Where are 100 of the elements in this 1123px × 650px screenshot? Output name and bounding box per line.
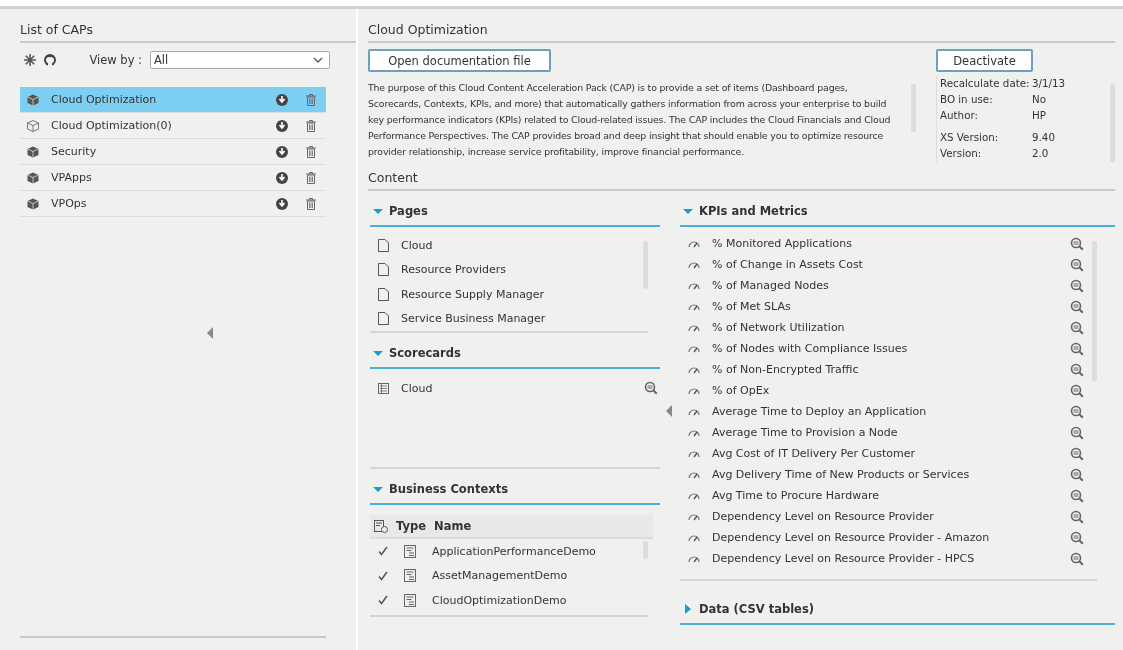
- panel-title: Cloud Optimization: [368, 9, 1115, 43]
- gauge-icon: [688, 260, 700, 269]
- search-icon[interactable]: [1070, 362, 1084, 377]
- kpi-item[interactable]: % Monitored Applications: [688, 233, 1092, 254]
- kpi-item[interactable]: Average Time to Provision a Node: [688, 422, 1092, 443]
- cube-icon: [27, 119, 39, 132]
- table-row[interactable]: ApplicationPerformanceDemo: [378, 539, 643, 564]
- search-icon[interactable]: [1070, 467, 1084, 482]
- trash-icon[interactable]: [306, 93, 316, 106]
- gauge-icon: [688, 470, 700, 479]
- table-settings-icon[interactable]: [374, 519, 388, 533]
- kpi-name: % of Managed Nodes: [712, 279, 830, 292]
- kpi-item[interactable]: Dependency Level on Resource Provider - HPCS: [688, 548, 1092, 569]
- kpi-item[interactable]: Avg Time to Procure Hardware: [688, 485, 1092, 506]
- cap-name: Cloud Optimization(0): [51, 119, 173, 132]
- kpi-item[interactable]: Avg Cost of IT Delivery Per Customer: [688, 443, 1092, 464]
- search-icon[interactable]: [644, 381, 658, 395]
- download-icon[interactable]: [276, 119, 288, 132]
- context-name: AssetManagementDemo: [432, 569, 568, 583]
- gauge-icon: [688, 386, 700, 395]
- trash-icon[interactable]: [306, 171, 316, 184]
- asterisk-icon[interactable]: [24, 54, 36, 66]
- section-header[interactable]: Pages: [370, 194, 660, 227]
- cap-list-item[interactable]: VPApps: [20, 165, 326, 191]
- view-by-dropdown[interactable]: All: [150, 51, 330, 69]
- search-icon[interactable]: [1070, 278, 1084, 293]
- search-icon[interactable]: [1070, 551, 1084, 566]
- kpi-item[interactable]: % of Met SLAs: [688, 296, 1092, 317]
- download-icon[interactable]: [276, 197, 288, 210]
- cap-list-item[interactable]: Cloud Optimization(0): [20, 113, 326, 139]
- search-icon[interactable]: [1070, 383, 1084, 398]
- search-icon[interactable]: [1070, 320, 1084, 335]
- page-item[interactable]: Resource Supply Manager: [378, 282, 643, 307]
- column-header[interactable]: Name: [434, 519, 472, 533]
- kpi-item[interactable]: % of Nodes with Compliance Issues: [688, 338, 1092, 359]
- gauge-icon: [688, 491, 700, 500]
- trash-icon[interactable]: [306, 119, 316, 132]
- cap-list-item[interactable]: Security: [20, 139, 326, 165]
- expanded-arrow-icon: [373, 348, 383, 358]
- search-icon[interactable]: [1070, 341, 1084, 356]
- search-icon[interactable]: [1070, 257, 1084, 272]
- kpi-name: % of OpEx: [712, 384, 771, 397]
- search-icon[interactable]: [1070, 425, 1084, 440]
- table-row[interactable]: CloudOptimizationDemo: [378, 588, 643, 613]
- kpi-name: Avg Cost of IT Delivery Per Customer: [712, 447, 916, 460]
- search-icon[interactable]: [1070, 488, 1084, 503]
- search-icon[interactable]: [1070, 236, 1084, 251]
- context-name: ApplicationPerformanceDemo: [432, 544, 596, 558]
- section-header[interactable]: Business Contexts: [370, 472, 660, 505]
- kpi-item[interactable]: Avg Delivery Time of New Products or Services: [688, 464, 1092, 485]
- chevron-down-icon: [313, 57, 323, 63]
- kpi-name: Avg Time to Procure Hardware: [712, 489, 880, 502]
- document-icon: [378, 287, 389, 301]
- cube-icon: [27, 93, 39, 106]
- section-header[interactable]: Data (CSV tables): [680, 592, 1115, 625]
- search-icon[interactable]: [1070, 509, 1084, 524]
- trash-icon[interactable]: [306, 197, 316, 210]
- scorecard-item[interactable]: Cloud: [378, 375, 660, 401]
- gauge-icon: [688, 428, 700, 437]
- kpi-item[interactable]: % of Network Utilization: [688, 317, 1092, 338]
- page-item[interactable]: Resource Providers: [378, 257, 643, 282]
- open-documentation-button[interactable]: Open documentation file: [368, 49, 551, 72]
- info-value: 3/1/13: [1032, 76, 1067, 91]
- gauge-icon: [688, 281, 700, 290]
- search-icon[interactable]: [1070, 404, 1084, 419]
- cap-list-item[interactable]: Cloud Optimization: [20, 87, 326, 113]
- trash-icon[interactable]: [306, 145, 316, 158]
- page-name: Service Business Manager: [401, 312, 546, 326]
- download-icon[interactable]: [276, 93, 288, 106]
- cap-name: Cloud Optimization: [51, 93, 158, 106]
- section-header[interactable]: Scorecards: [370, 336, 660, 369]
- scorecard-name: Cloud: [401, 381, 434, 395]
- kpi-item[interactable]: % of Change in Assets Cost: [688, 254, 1092, 275]
- expanded-arrow-icon: [373, 484, 383, 494]
- kpi-name: % of Change in Assets Cost: [712, 258, 864, 271]
- info-value: No: [1032, 92, 1047, 107]
- kpi-item[interactable]: Dependency Level on Resource Provider: [688, 506, 1092, 527]
- download-icon[interactable]: [276, 145, 288, 158]
- section-title: Business Contexts: [389, 482, 508, 496]
- kpi-item[interactable]: Dependency Level on Resource Provider - Amazon: [688, 527, 1092, 548]
- cap-list-item[interactable]: VPOps: [20, 191, 326, 217]
- kpi-name: Dependency Level on Resource Provider - HPCS: [712, 552, 976, 565]
- kpi-item[interactable]: % of Managed Nodes: [688, 275, 1092, 296]
- gauge-icon: [688, 407, 700, 416]
- page-item[interactable]: Service Business Manager: [378, 306, 643, 331]
- kpi-item[interactable]: % of OpEx: [688, 380, 1092, 401]
- page-item[interactable]: Cloud: [378, 233, 643, 258]
- gauge-icon: [688, 449, 700, 458]
- search-icon[interactable]: [1070, 446, 1084, 461]
- kpi-item[interactable]: % of Non-Encrypted Traffic: [688, 359, 1092, 380]
- kpi-item[interactable]: Average Time to Deploy an Application: [688, 401, 1092, 422]
- search-icon[interactable]: [1070, 530, 1084, 545]
- kpi-name: % Monitored Applications: [712, 237, 853, 250]
- table-row[interactable]: AssetManagementDemo: [378, 563, 643, 588]
- kpi-name: % of Nodes with Compliance Issues: [712, 342, 909, 355]
- download-icon[interactable]: [276, 171, 288, 184]
- section-header[interactable]: KPIs and Metrics: [680, 194, 1115, 227]
- column-header[interactable]: Type: [396, 519, 426, 533]
- search-icon[interactable]: [1070, 299, 1084, 314]
- deactivate-button[interactable]: Deactivate: [936, 49, 1033, 72]
